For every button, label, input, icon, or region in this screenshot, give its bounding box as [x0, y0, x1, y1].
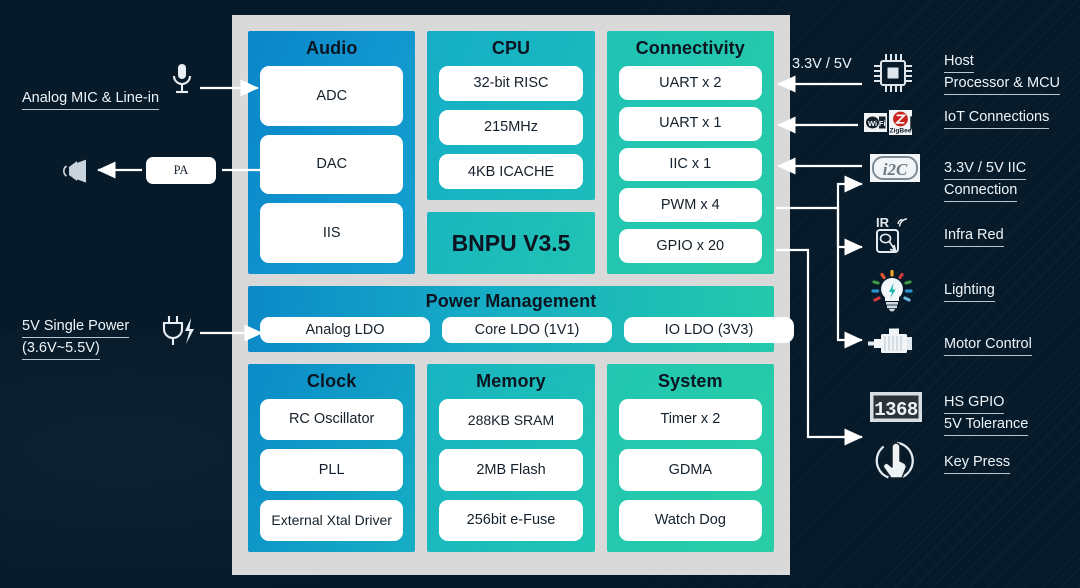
- block-power-management[interactable]: Power Management Analog LDO Core LDO (1V…: [248, 286, 794, 352]
- cpu-item-risc[interactable]: 32-bit RISC: [439, 66, 583, 102]
- svg-text:i2C: i2C: [883, 160, 908, 179]
- block-cpu[interactable]: CPU 32-bit RISC 215MHz 4KB ICACHE: [427, 31, 595, 201]
- system-item-list: Timer x 2 GDMA Watch Dog: [618, 399, 762, 541]
- block-title-cpu: CPU: [491, 38, 531, 58]
- connectivity-item-pwm[interactable]: PWM x 4: [618, 188, 762, 223]
- power-plug-icon: [160, 314, 198, 348]
- memory-item-efuse[interactable]: 256bit e-Fuse: [439, 499, 583, 541]
- connectivity-item-list: UART x 2 UART x 1 IIC x 1 PWM x 4 GPIO x…: [618, 66, 762, 263]
- memory-item-sram[interactable]: 288KB SRAM: [439, 399, 583, 441]
- seven-segment-value: 1368: [874, 399, 918, 421]
- cpu-item-icache[interactable]: 4KB ICACHE: [439, 154, 583, 190]
- i2c-icon: i2C: [870, 154, 920, 182]
- audio-item-list: ADC DAC IIS: [260, 66, 404, 264]
- svg-text:IR: IR: [876, 215, 890, 230]
- label-iic-connection: 3.3V / 5V IIC Connection: [944, 158, 1027, 203]
- block-title-system: System: [658, 371, 723, 391]
- cpu-column: CPU 32-bit RISC 215MHz 4KB ICACHE BNPU V…: [427, 31, 595, 274]
- connectivity-item-uart-x2[interactable]: UART x 2: [618, 66, 762, 100]
- clock-item-rc-oscillator[interactable]: RC Oscillator: [260, 399, 404, 441]
- connectivity-item-uart-x1[interactable]: UART x 1: [618, 106, 762, 141]
- label-voltage-top-right: 3.3V / 5V: [792, 56, 852, 72]
- label-hs-gpio-tolerance: HS GPIO 5V Tolerance: [944, 392, 1029, 437]
- block-title-connectivity: Connectivity: [635, 38, 745, 58]
- connectivity-item-gpio[interactable]: GPIO x 20: [618, 229, 762, 263]
- clock-item-xtal-driver[interactable]: External Xtal Driver: [260, 499, 404, 541]
- block-connectivity[interactable]: Connectivity UART x 2 UART x 1 IIC x 1 P…: [606, 31, 774, 274]
- chip-row-top: Audio ADC DAC IIS CPU 32-bit RISC 215MHz…: [248, 31, 774, 274]
- block-bnpu[interactable]: BNPU V3.5: [427, 212, 595, 274]
- pa-label: PA: [173, 163, 189, 177]
- clock-item-pll[interactable]: PLL: [260, 449, 404, 491]
- power-item-core-ldo[interactable]: Core LDO (1V1): [442, 317, 612, 343]
- block-title-memory: Memory: [476, 371, 546, 391]
- svg-text:Fi: Fi: [879, 119, 886, 128]
- audio-item-adc[interactable]: ADC: [260, 66, 404, 126]
- diagram-canvas: Audio ADC DAC IIS CPU 32-bit RISC 215MHz…: [0, 0, 1080, 588]
- speaker-icon: [62, 158, 94, 184]
- audio-item-iis[interactable]: IIS: [260, 203, 404, 264]
- touch-finger-icon: [872, 438, 916, 482]
- label-analog-mic-linein: Analog MIC & Line-in: [22, 88, 160, 111]
- seven-segment-icon: 1368: [870, 392, 922, 422]
- motor-icon: [868, 325, 918, 359]
- connectivity-item-iic[interactable]: IIC x 1: [618, 147, 762, 182]
- system-item-gdma[interactable]: GDMA: [618, 449, 762, 491]
- wire-pwm-to-infrared: [836, 175, 863, 247]
- power-item-list: Analog LDO Core LDO (1V1) IO LDO (3V3): [260, 317, 794, 343]
- memory-item-list: 288KB SRAM 2MB Flash 256bit e-Fuse: [439, 399, 583, 541]
- svg-text:Wi: Wi: [868, 119, 877, 128]
- block-title-clock: Clock: [306, 371, 357, 391]
- lightbulb-icon: [870, 269, 914, 312]
- cpu-item-clock-speed[interactable]: 215MHz: [439, 110, 583, 146]
- infrared-icon: IR: [874, 214, 916, 256]
- memory-item-flash[interactable]: 2MB Flash: [439, 449, 583, 491]
- label-infra-red: Infra Red: [944, 225, 1004, 248]
- block-clock[interactable]: Clock RC Oscillator PLL External Xtal Dr…: [248, 364, 416, 552]
- label-host-processor-mcu: Host Processor & MCU: [944, 51, 1061, 96]
- block-title-power-management: Power Management: [425, 291, 597, 311]
- power-item-analog-ldo[interactable]: Analog LDO: [260, 317, 430, 343]
- wifi-zigbee-bluetooth-icon: Wi Fi ZigBee: [864, 108, 920, 138]
- system-item-watchdog[interactable]: Watch Dog: [618, 499, 762, 541]
- label-motor-control: Motor Control: [944, 334, 1032, 357]
- power-item-io-ldo[interactable]: IO LDO (3V3): [624, 317, 794, 343]
- block-memory[interactable]: Memory 288KB SRAM 2MB Flash 256bit e-Fus…: [427, 364, 595, 552]
- block-title-audio: Audio: [305, 38, 358, 58]
- wire-pwm-to-motor: [836, 247, 863, 349]
- label-iot-connections: IoT Connections: [944, 107, 1050, 130]
- system-item-timer[interactable]: Timer x 2: [618, 399, 762, 441]
- pa-amplifier-box[interactable]: PA: [146, 157, 216, 184]
- audio-item-dac[interactable]: DAC: [260, 134, 404, 195]
- label-lighting: Lighting: [944, 280, 995, 303]
- label-key-press: Key Press: [944, 452, 1011, 475]
- soc-chip-container: Audio ADC DAC IIS CPU 32-bit RISC 215MHz…: [232, 15, 794, 575]
- block-audio[interactable]: Audio ADC DAC IIS: [248, 31, 416, 274]
- clock-item-list: RC Oscillator PLL External Xtal Driver: [260, 399, 404, 541]
- label-5v-single-power: 5V Single Power (3.6V~5.5V): [22, 316, 130, 361]
- cpu-item-list: 32-bit RISC 215MHz 4KB ICACHE: [439, 66, 583, 190]
- chip-row-bottom: Clock RC Oscillator PLL External Xtal Dr…: [248, 364, 774, 552]
- block-system[interactable]: System Timer x 2 GDMA Watch Dog: [606, 364, 774, 552]
- chip-icon: [870, 50, 916, 96]
- svg-text:ZigBee: ZigBee: [890, 127, 912, 134]
- microphone-icon: [168, 62, 196, 96]
